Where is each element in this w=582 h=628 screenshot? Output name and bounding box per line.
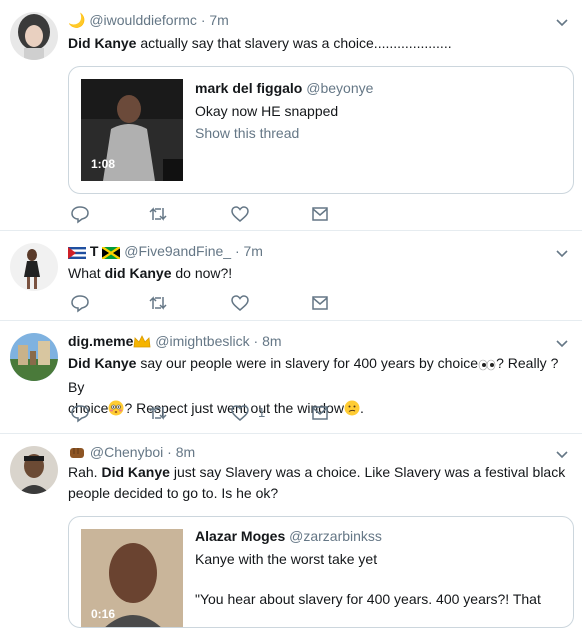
- eyes-icon: [478, 356, 496, 377]
- crown-icon: [133, 335, 151, 352]
- avatar[interactable]: [10, 243, 58, 291]
- tweet-text: What did Kanye do now?!: [68, 265, 233, 281]
- user-handle[interactable]: @Chenyboi: [90, 444, 163, 460]
- retweet-icon[interactable]: [148, 403, 168, 423]
- cuba-flag-icon: [68, 246, 86, 262]
- timestamp[interactable]: 7m: [209, 12, 228, 28]
- display-name[interactable]: dig.meme: [68, 333, 133, 349]
- avatar-image: [10, 333, 58, 381]
- tweet[interactable]: T @Five9andFine_ · 7m What did Kanye do …: [0, 231, 582, 321]
- display-name[interactable]: T: [90, 243, 99, 259]
- timestamp[interactable]: 8m: [176, 444, 195, 460]
- reply-icon[interactable]: [70, 403, 90, 423]
- user-handle[interactable]: @imightbeslick: [155, 333, 249, 349]
- like-count: 1: [258, 405, 266, 420]
- chevron-down-icon[interactable]: [554, 245, 570, 261]
- quoted-author: Alazar Moges @zarzarbinkss: [195, 528, 382, 544]
- tweet-header: T @Five9andFine_ · 7m: [68, 243, 263, 262]
- retweet-icon[interactable]: [148, 293, 168, 313]
- quoted-text: Okay now HE snapped: [195, 103, 339, 119]
- like-icon[interactable]: [230, 204, 250, 224]
- like-icon[interactable]: [230, 403, 250, 423]
- quoted-text: Kanye with the worst take yet: [195, 551, 378, 567]
- avatar-image: [10, 12, 58, 60]
- user-handle[interactable]: @Five9andFine_: [124, 243, 231, 259]
- chevron-down-icon[interactable]: [554, 335, 570, 351]
- tweet[interactable]: @Chenyboi · 8m Rah. Did Kanye just say S…: [0, 434, 582, 628]
- avatar-image: [10, 446, 58, 494]
- tweet-header: dig.meme @imightbeslick · 8m: [68, 333, 282, 352]
- tweet-text: Rah. Did Kanye just say Slavery was a ch…: [68, 464, 566, 501]
- tweet-actions: 1: [68, 403, 368, 423]
- quoted-author: mark del figgalo @beyonye: [195, 80, 374, 96]
- avatar[interactable]: [10, 446, 58, 494]
- quoted-tweet[interactable]: 0:16 Alazar Moges @zarzarbinkss Kanye wi…: [68, 516, 574, 628]
- avatar-image: [10, 243, 58, 291]
- tweet-text: Did Kanye actually say that slavery was …: [68, 35, 452, 51]
- tweet-header: @Chenyboi · 8m: [68, 444, 195, 463]
- retweet-icon[interactable]: [148, 204, 168, 224]
- user-handle[interactable]: @iwoulddieformc: [89, 12, 197, 28]
- jamaica-flag-icon: [101, 246, 122, 262]
- timestamp[interactable]: 8m: [262, 333, 281, 349]
- video-duration: 0:16: [91, 607, 116, 621]
- video-thumbnail[interactable]: 1:08: [81, 79, 183, 181]
- avatar[interactable]: [10, 333, 58, 381]
- tweet-header: 🌙 @iwoulddieformc · 7m: [68, 12, 229, 28]
- reply-icon[interactable]: [70, 293, 90, 313]
- message-icon[interactable]: [310, 403, 330, 423]
- fist-icon: [68, 446, 86, 463]
- message-icon[interactable]: [310, 204, 330, 224]
- video-duration: 1:08: [91, 157, 116, 171]
- show-thread-link[interactable]: Show this thread: [195, 125, 299, 141]
- chevron-down-icon[interactable]: [554, 446, 570, 462]
- tweet-actions: [68, 293, 368, 313]
- avatar[interactable]: [10, 12, 58, 60]
- timestamp[interactable]: 7m: [244, 243, 263, 259]
- tweet[interactable]: 🌙 @iwoulddieformc · 7m Did Kanye actuall…: [0, 0, 582, 231]
- reply-icon[interactable]: [70, 204, 90, 224]
- quoted-tweet[interactable]: 1:08 mark del figgalo @beyonye Okay now …: [68, 66, 574, 194]
- message-icon[interactable]: [310, 293, 330, 313]
- tweet-actions: [68, 204, 368, 224]
- moon-icon: 🌙: [68, 12, 86, 28]
- video-thumbnail[interactable]: 0:16: [81, 529, 183, 627]
- chevron-down-icon[interactable]: [554, 14, 570, 30]
- quoted-text-line: "You hear about slavery for 400 years. 4…: [195, 591, 541, 607]
- tweet[interactable]: dig.meme @imightbeslick · 8m Did Kanye s…: [0, 321, 582, 434]
- like-icon[interactable]: [230, 293, 250, 313]
